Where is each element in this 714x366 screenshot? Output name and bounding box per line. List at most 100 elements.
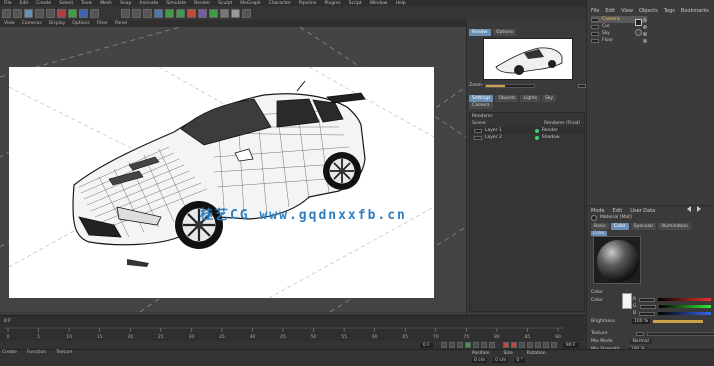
current-frame-field[interactable]: 0 F	[420, 342, 433, 348]
mm-menu-create[interactable]: Create	[2, 350, 17, 355]
render-settings-icon[interactable]	[143, 8, 152, 18]
x-axis-icon[interactable]	[57, 8, 66, 18]
viewport-menu-item[interactable]: Filter	[97, 21, 108, 26]
rotate-tool-icon[interactable]	[46, 8, 55, 18]
coords-position-x[interactable]: 0 cm	[472, 358, 488, 363]
back-arrow-icon[interactable]	[687, 206, 691, 212]
keyframe-selection-icon[interactable]	[518, 342, 525, 348]
redo-icon[interactable]	[13, 8, 22, 18]
brightness-value[interactable]: 100 %	[631, 319, 651, 324]
light-icon[interactable]	[231, 8, 240, 18]
coords-rotation-h[interactable]: 0 °	[514, 358, 525, 363]
color-swatch[interactable]	[621, 292, 632, 309]
om-menu-objects[interactable]: Objects	[639, 8, 658, 14]
undo-icon[interactable]	[2, 8, 11, 18]
attr-menu-userdata[interactable]: User Data	[630, 208, 655, 214]
parameter-key-icon[interactable]	[550, 342, 557, 348]
menu-item[interactable]: Create	[36, 1, 51, 6]
pen-icon[interactable]	[165, 8, 174, 18]
viewport-menu-item[interactable]: Cameras	[22, 21, 42, 26]
menu-item[interactable]: Select	[59, 1, 73, 6]
render-picture-viewer-icon[interactable]	[132, 8, 141, 18]
subtab-settings[interactable]: Settings	[469, 95, 494, 102]
om-menu-edit[interactable]: Edit	[605, 8, 615, 14]
viewport[interactable]: 桂艺CG www.gqdnxxfb.cn	[0, 27, 466, 312]
brightness-slider[interactable]	[653, 320, 704, 323]
layer-row[interactable]: Layer 1 Render	[470, 127, 584, 134]
mm-menu-texture[interactable]: Texture	[56, 350, 72, 355]
channel-r-row[interactable]: R	[633, 296, 711, 303]
menu-item[interactable]: Script	[349, 1, 362, 6]
move-tool-icon[interactable]	[24, 8, 33, 18]
play-icon[interactable]	[464, 342, 471, 348]
end-frame-field[interactable]: 90 F	[562, 342, 579, 348]
rotation-key-icon[interactable]	[542, 342, 549, 348]
menu-item[interactable]: Character	[269, 1, 291, 6]
layer-enabled-icon[interactable]	[534, 135, 539, 140]
layer-row[interactable]: Layer 2 Shadow	[470, 134, 584, 141]
next-frame-icon[interactable]	[472, 342, 479, 348]
layer-enabled-icon[interactable]	[534, 128, 539, 133]
menu-item[interactable]: MoGraph	[240, 1, 260, 6]
settings-icon[interactable]	[242, 8, 251, 18]
viewport-menu-item[interactable]: Options	[72, 21, 89, 26]
zoom-reset-icon[interactable]	[577, 83, 586, 88]
mix-mode-dropdown[interactable]: Normal	[629, 339, 652, 344]
tab-render[interactable]: Render	[469, 29, 492, 36]
layer-toggle-icon[interactable]	[474, 135, 482, 140]
menu-item[interactable]: Snap	[120, 1, 131, 6]
mat-tab-illumination[interactable]: Illumination	[658, 223, 691, 230]
visibility-icon[interactable]	[643, 38, 647, 43]
subtab-camera[interactable]: Camera	[469, 102, 493, 109]
floor-icon[interactable]	[209, 8, 218, 18]
visibility-icon[interactable]	[643, 24, 647, 29]
previous-frame-icon[interactable]	[456, 342, 463, 348]
menu-item[interactable]: Mesh	[100, 1, 112, 6]
previous-key-icon[interactable]	[448, 342, 455, 348]
menu-item[interactable]: Simulate	[166, 1, 186, 6]
mat-tab-specular[interactable]: Specular	[630, 223, 657, 230]
menu-item[interactable]: Render	[194, 1, 210, 6]
menu-item[interactable]: Sculpt	[218, 1, 232, 6]
subtab-sky[interactable]: Sky	[542, 95, 557, 102]
visibility-icon[interactable]	[643, 17, 647, 22]
autokey-icon[interactable]	[510, 342, 517, 348]
menu-item[interactable]: Pipeline	[299, 1, 317, 6]
scale-tool-icon[interactable]	[35, 8, 44, 18]
viewport-menu-item[interactable]: View	[4, 21, 15, 26]
deformer-icon[interactable]	[198, 8, 207, 18]
timeline-ruler[interactable]: 0 5 10 15 20 25 30 35 40 45 50 55 60 65 70 75 80 85 90	[4, 327, 564, 339]
viewport-menu-item[interactable]: Display	[49, 21, 66, 26]
menu-item[interactable]: Edit	[20, 1, 29, 6]
texture-slot[interactable]	[647, 331, 714, 336]
mat-tab-basic[interactable]: Basic	[591, 223, 609, 230]
mat-tab-color[interactable]: Color	[610, 223, 629, 230]
om-menu-bookmarks[interactable]: Bookmarks	[681, 8, 709, 14]
forward-arrow-icon[interactable]	[697, 206, 701, 212]
menu-item[interactable]: Plugins	[325, 1, 341, 6]
menu-item[interactable]: Animate	[139, 1, 158, 6]
go-to-start-icon[interactable]	[440, 342, 447, 348]
channel-b-row[interactable]: B	[633, 310, 711, 317]
object-row-floor[interactable]: Floor	[591, 37, 647, 44]
next-key-icon[interactable]	[480, 342, 487, 348]
cube-icon[interactable]	[154, 8, 163, 18]
camera-icon[interactable]	[220, 8, 229, 18]
coordinate-system-icon[interactable]	[90, 8, 99, 18]
position-key-icon[interactable]	[526, 342, 533, 348]
texture-menu-icon[interactable]	[636, 331, 645, 336]
channel-g-row[interactable]: G	[633, 303, 711, 310]
mm-menu-function[interactable]: Function	[27, 350, 46, 355]
menu-item[interactable]: File	[4, 1, 12, 6]
y-axis-icon[interactable]	[68, 8, 77, 18]
layer-toggle-icon[interactable]	[474, 128, 482, 133]
z-axis-icon[interactable]	[79, 8, 88, 18]
subdivision-icon[interactable]	[176, 8, 185, 18]
go-to-end-icon[interactable]	[488, 342, 495, 348]
record-icon[interactable]	[502, 342, 509, 348]
coords-size-x[interactable]: 0 cm	[493, 358, 509, 363]
om-menu-tags[interactable]: Tags	[664, 8, 675, 14]
material-tag-icon[interactable]	[635, 29, 642, 36]
menu-item[interactable]: Window	[370, 1, 388, 6]
menu-item[interactable]: Tools	[81, 1, 92, 6]
